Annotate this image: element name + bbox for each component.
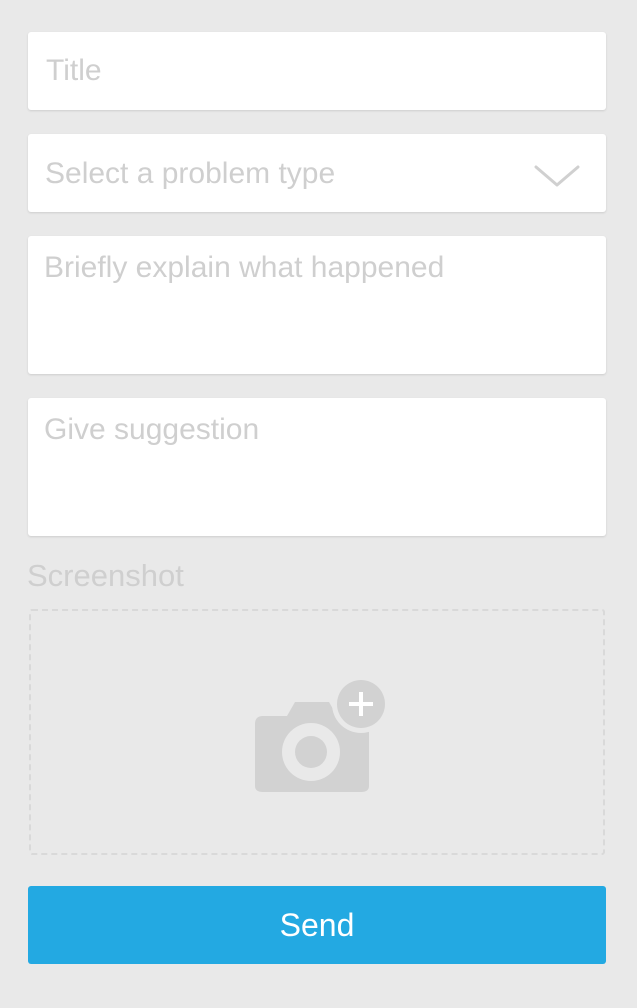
title-field-container xyxy=(28,32,606,110)
suggestion-textarea[interactable] xyxy=(28,398,606,536)
screenshot-upload-area[interactable] xyxy=(29,609,605,855)
title-input[interactable] xyxy=(28,32,606,110)
problem-type-select[interactable]: Select a problem type xyxy=(28,134,606,212)
explain-textarea[interactable] xyxy=(28,236,606,374)
send-button[interactable]: Send xyxy=(28,886,606,964)
suggestion-field-container xyxy=(28,398,606,536)
problem-type-placeholder: Select a problem type xyxy=(45,157,336,190)
chevron-down-icon xyxy=(534,165,580,187)
screenshot-label: Screenshot xyxy=(27,558,184,593)
camera-add-icon xyxy=(255,675,390,792)
explain-field-container xyxy=(28,236,606,374)
